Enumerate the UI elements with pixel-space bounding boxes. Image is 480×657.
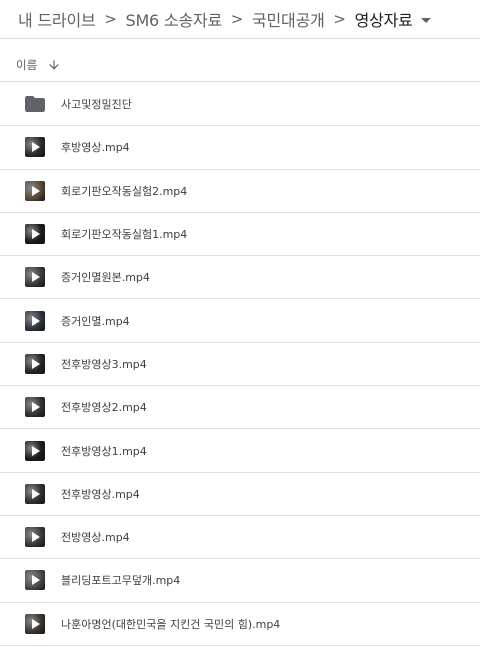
breadcrumb-item-my-drive[interactable]: 내 드라이브 <box>18 7 96 31</box>
play-icon <box>32 229 40 240</box>
play-icon <box>32 445 40 456</box>
video-thumbnail-icon <box>25 613 45 634</box>
list-item[interactable]: 블리딩포트고무덮개.mp4 <box>0 559 480 603</box>
file-name: 전후방영상3.mp4 <box>61 357 147 371</box>
file-name: 전후방영상1.mp4 <box>61 444 147 458</box>
breadcrumb-item-sm6[interactable]: SM6 소송자료 <box>126 7 223 31</box>
file-name: 회로기판오작동실험1.mp4 <box>61 228 188 242</box>
list-item[interactable]: 전후방영상1.mp4 <box>0 429 480 473</box>
file-name: 나훈아명언(대한민국을 지킨건 국민의 힘).mp4 <box>61 617 281 631</box>
breadcrumb-item-current[interactable]: 영상자료 <box>355 7 413 31</box>
breadcrumb-item-kookmin[interactable]: 국민대공개 <box>252 7 325 31</box>
breadcrumb-separator: > <box>230 10 244 28</box>
sort-by-name-label[interactable]: 이름 <box>16 57 37 73</box>
dropdown-caret-icon[interactable] <box>420 17 431 23</box>
list-item[interactable]: 전방영상.mp4 <box>0 516 480 560</box>
file-name: 전후방영상2.mp4 <box>61 401 147 415</box>
list-item[interactable]: 회로기판오작동실험2.mp4 <box>0 170 480 213</box>
list-item[interactable]: 증거인멸.mp4 <box>0 299 480 343</box>
file-name: 사고및정밀진단 <box>61 98 132 112</box>
play-icon <box>32 488 40 499</box>
video-thumbnail-icon <box>25 267 45 288</box>
column-header: 이름 <box>0 48 480 82</box>
play-icon <box>32 618 40 629</box>
list-item[interactable]: 전후방영상3.mp4 <box>0 343 480 387</box>
file-name: 회로기판오작동실험2.mp4 <box>61 184 188 198</box>
video-thumbnail-icon <box>25 397 45 418</box>
video-thumbnail-icon <box>25 310 45 331</box>
play-icon <box>32 315 40 326</box>
list-item[interactable]: 증거인멸원본.mp4 <box>0 256 480 300</box>
video-thumbnail-icon <box>25 570 45 591</box>
file-name: 후방영상.mp4 <box>61 141 130 155</box>
video-thumbnail-icon <box>25 440 45 461</box>
list-item[interactable]: 나훈아명언(대한민국을 지킨건 국민의 힘).mp4 <box>0 603 480 646</box>
play-icon <box>32 185 40 196</box>
list-item[interactable]: 전후방영상.mp4 <box>0 473 480 516</box>
file-name: 전후방영상.mp4 <box>61 487 140 501</box>
arrow-down-icon[interactable] <box>47 58 61 72</box>
play-icon <box>32 358 40 369</box>
video-thumbnail-icon <box>25 224 45 245</box>
video-thumbnail-icon <box>25 180 45 201</box>
file-name: 블리딩포트고무덮개.mp4 <box>61 574 181 588</box>
breadcrumb-separator: > <box>333 10 346 28</box>
play-icon <box>32 532 40 543</box>
play-icon <box>32 575 40 586</box>
file-name: 증거인멸.mp4 <box>61 314 130 328</box>
video-thumbnail-icon <box>25 137 45 158</box>
play-icon <box>32 272 40 283</box>
list-item[interactable]: 회로기판오작동실험1.mp4 <box>0 213 480 257</box>
play-icon <box>32 142 40 153</box>
file-name: 전방영상.mp4 <box>61 531 130 545</box>
list-item[interactable]: 후방영상.mp4 <box>0 126 480 170</box>
breadcrumb: 내 드라이브 > SM6 소송자료 > 국민대공개 > 영상자료 <box>0 0 480 38</box>
video-thumbnail-icon <box>25 527 45 548</box>
video-thumbnail-icon <box>25 483 45 504</box>
file-list: 사고및정밀진단후방영상.mp4 회로기판오작동실험2.mp4 회로기판오작동실험1.… <box>0 83 480 646</box>
list-item[interactable]: 사고및정밀진단 <box>0 83 480 127</box>
file-name: 증거인멸원본.mp4 <box>61 271 150 285</box>
list-item[interactable]: 전후방영상2.mp4 <box>0 386 480 430</box>
divider <box>0 38 480 39</box>
video-thumbnail-icon <box>25 353 45 374</box>
breadcrumb-separator: > <box>104 10 117 28</box>
play-icon <box>32 402 40 413</box>
folder-icon <box>25 96 45 113</box>
